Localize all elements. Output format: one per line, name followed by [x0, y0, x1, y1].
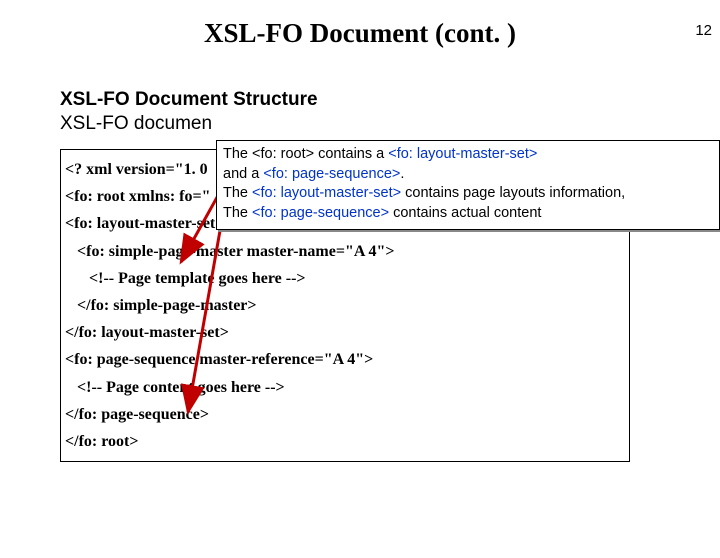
popup-text: .: [400, 166, 404, 182]
slide-title: XSL-FO Document (cont. ): [0, 18, 720, 49]
code-line: <fo: root xmlns: fo=": [65, 188, 210, 205]
code-line: <!-- Page template goes here -->: [89, 270, 306, 287]
popup-text: The: [223, 205, 252, 221]
code-line: </fo: layout-master-set>: [65, 324, 229, 341]
popup-text: The <fo: root> contains a: [223, 146, 388, 162]
popup-text: <fo: page-sequence>: [263, 166, 400, 182]
popup-line: and a <fo: page-sequence>.: [223, 165, 713, 185]
popup-text: contains page layouts information,: [401, 185, 625, 201]
slide: 12 XSL-FO Document (cont. ) XSL-FO Docum…: [0, 18, 720, 558]
popup-line: The <fo: layout-master-set> contains pag…: [223, 184, 713, 204]
popup-text: and a: [223, 166, 263, 182]
page-number: 12: [695, 22, 712, 39]
popup-text: <fo: page-sequence>: [252, 205, 389, 221]
code-line: </fo: simple-page-master>: [77, 297, 257, 314]
code-line: <fo: simple-page-master master-name="A 4…: [77, 243, 395, 260]
code-line: <? xml version="1. 0: [65, 161, 208, 178]
popup-text: contains actual content: [389, 205, 541, 221]
popup-line: The <fo: root> contains a <fo: layout-ma…: [223, 145, 713, 165]
section-heading: XSL-FO Document Structure: [60, 89, 680, 111]
section-subline: XSL-FO documen: [60, 113, 680, 135]
code-line: <fo: layout-master-set>: [65, 215, 224, 232]
code-line: <fo: page-sequence master-reference="A 4…: [65, 351, 373, 368]
code-line: </fo: root>: [65, 433, 138, 450]
popup-line: The <fo: page-sequence> contains actual …: [223, 204, 713, 224]
popup-text: <fo: layout-master-set>: [252, 185, 401, 201]
popup-text: The: [223, 185, 252, 201]
code-line: <!-- Page content goes here -->: [77, 379, 285, 396]
popup-text: <fo: layout-master-set>: [388, 146, 537, 162]
code-line: </fo: page-sequence>: [65, 406, 209, 423]
callout-popup: The <fo: root> contains a <fo: layout-ma…: [216, 140, 720, 230]
